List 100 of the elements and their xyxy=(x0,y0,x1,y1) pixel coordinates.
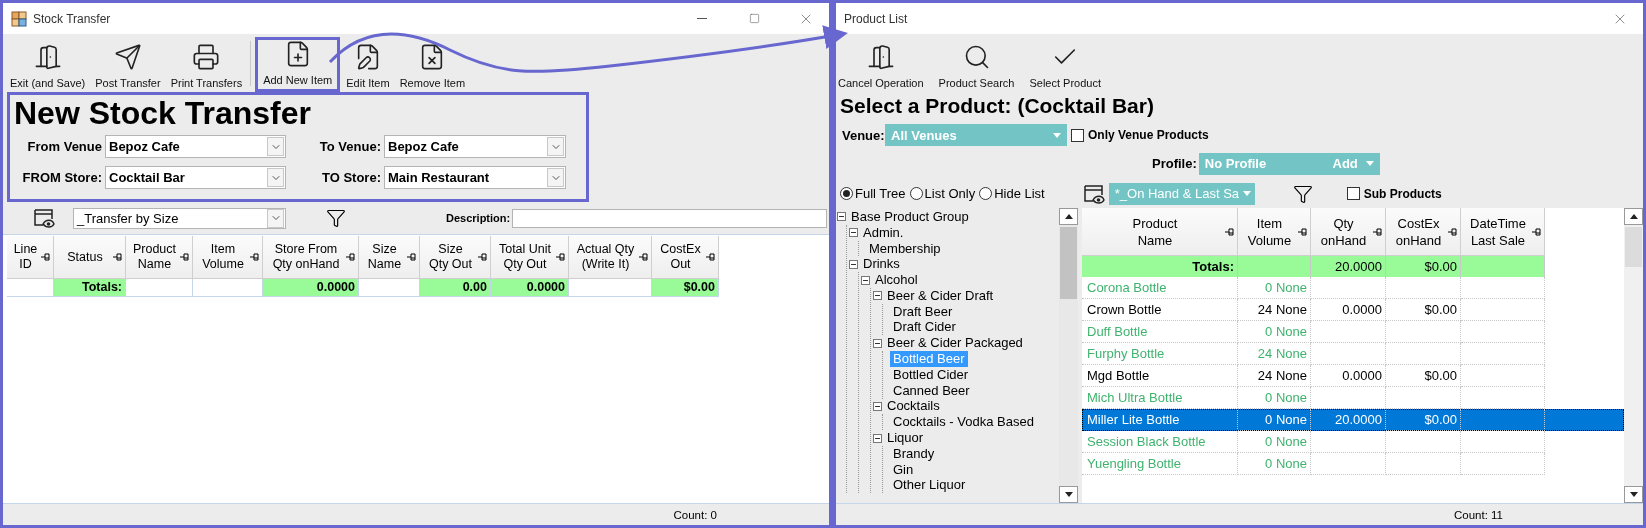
toolbar-button[interactable]: Select Product xyxy=(1029,37,1108,92)
column-header[interactable]: Size Name xyxy=(359,236,420,279)
column-header[interactable]: Product Name xyxy=(126,236,193,279)
pin-icon[interactable] xyxy=(1298,227,1307,236)
tree-item[interactable]: Membership xyxy=(866,240,944,257)
column-header[interactable]: DateTime Last Sale xyxy=(1461,208,1545,256)
checkbox[interactable]: Sub Products xyxy=(1346,186,1442,201)
tree-item[interactable]: Beer & Cider Draft xyxy=(884,287,997,304)
form-heading: New Stock Transfer xyxy=(14,96,312,130)
scroll-down-icon[interactable] xyxy=(1629,492,1638,497)
scrollbar[interactable] xyxy=(1059,208,1078,503)
tree-item[interactable]: Base Product Group xyxy=(848,208,972,225)
pin-icon[interactable] xyxy=(1373,227,1382,236)
pin-icon[interactable] xyxy=(41,253,50,261)
pin-icon[interactable] xyxy=(250,253,259,261)
toolbar-button[interactable]: Edit Item xyxy=(341,37,395,92)
column-header[interactable]: Actual Qty (Write It) xyxy=(569,236,652,279)
scroll-thumb[interactable] xyxy=(1060,227,1077,299)
tree-item[interactable]: Drinks xyxy=(860,256,903,273)
toolbar-button[interactable]: Add New Item xyxy=(258,40,338,89)
column-header[interactable]: CostEx onHand xyxy=(1386,208,1461,256)
pin-icon[interactable] xyxy=(407,253,416,261)
dropdown-value: *_On Hand & Last Sa xyxy=(1114,186,1240,201)
tree-item[interactable]: Brandy xyxy=(890,445,938,462)
radio-option[interactable]: List Only xyxy=(909,186,976,201)
scroll-up-icon[interactable] xyxy=(1064,214,1073,219)
tree-item[interactable]: Alcohol xyxy=(872,272,921,289)
window-title: Product List xyxy=(844,11,908,26)
tree-item[interactable]: Draft Cider xyxy=(890,319,959,336)
column-header[interactable]: Item Volume xyxy=(193,236,263,279)
column-header[interactable]: Line ID xyxy=(7,236,54,279)
column-label: Qty onHand xyxy=(1320,214,1367,249)
pin-icon[interactable] xyxy=(346,253,355,261)
tree-item[interactable]: Admin. xyxy=(860,224,907,241)
pin-icon[interactable] xyxy=(1448,227,1457,236)
dropdown[interactable]: Bepoz Cafe xyxy=(105,135,286,158)
pin-icon[interactable] xyxy=(180,253,189,261)
column-header[interactable]: Item Volume xyxy=(1238,208,1311,256)
radio-option[interactable]: Full Tree xyxy=(840,186,906,201)
tree-item[interactable]: Beer & Cider Packaged xyxy=(884,335,1026,352)
expand-toggle[interactable] xyxy=(849,228,858,238)
toolbar-button[interactable]: Post Transfer xyxy=(90,37,166,92)
dropdown[interactable]: Main Restaurant xyxy=(384,166,566,189)
toolbar-button[interactable]: Print Transfers xyxy=(165,37,248,92)
dropdown[interactable]: Cocktail Bar xyxy=(105,166,286,189)
column-label: Item Volume xyxy=(1247,214,1292,249)
toolbar-button[interactable]: Exit (and Save) xyxy=(5,37,91,92)
pin-icon[interactable] xyxy=(556,253,565,261)
column-label: Line ID xyxy=(13,242,38,272)
window-title: Stock Transfer xyxy=(33,11,111,26)
tree-item[interactable]: Bottled Cider xyxy=(890,366,972,383)
filter-icon[interactable] xyxy=(1292,183,1313,204)
scroll-thumb[interactable] xyxy=(1625,227,1642,267)
column-header[interactable]: Store From Qty onHand xyxy=(263,236,359,279)
description-field[interactable] xyxy=(512,208,827,228)
table-row[interactable]: Miller Lite Bottle 0 None 20.0000 $0.00 xyxy=(1082,409,1624,431)
pin-icon[interactable] xyxy=(706,253,715,261)
toolbar-button[interactable]: Product Search xyxy=(938,37,1022,92)
expand-toggle[interactable] xyxy=(861,275,870,285)
expand-toggle[interactable] xyxy=(873,433,882,443)
scroll-up-icon[interactable] xyxy=(1629,214,1638,219)
column-header[interactable]: Qty onHand xyxy=(1311,208,1386,256)
column-header[interactable]: Product Name xyxy=(1082,208,1238,256)
scroll-down-icon[interactable] xyxy=(1064,492,1073,497)
tree-item[interactable]: Gin xyxy=(890,461,917,478)
field-label: Description: xyxy=(446,212,511,224)
window-eye-icon[interactable] xyxy=(33,207,55,229)
table-cell: Totals: xyxy=(1082,256,1238,277)
window-eye-icon[interactable] xyxy=(1082,182,1105,205)
tree-item[interactable]: Cocktails - Vodka Based xyxy=(890,414,1037,431)
dropdown[interactable]: _Transfer by Size xyxy=(73,207,286,229)
tree-item[interactable]: Draft Beer xyxy=(890,303,956,320)
toolbar-button[interactable]: Cancel Operation xyxy=(838,37,931,92)
pin-icon[interactable] xyxy=(478,253,487,261)
column-header[interactable]: CostEx Out xyxy=(652,236,719,279)
expand-toggle[interactable] xyxy=(873,338,882,348)
tree-item[interactable]: Other Liquor xyxy=(890,477,969,494)
column-header[interactable]: Total Unit Qty Out xyxy=(491,236,569,279)
expand-toggle[interactable] xyxy=(873,401,882,411)
filter-icon[interactable] xyxy=(326,208,346,228)
tree-item[interactable]: Canned Beer xyxy=(890,382,973,399)
tree-item[interactable]: Liquor xyxy=(884,430,927,447)
pin-icon[interactable] xyxy=(1532,227,1541,236)
dropdown-value: No Profile xyxy=(1204,156,1268,171)
scrollbar[interactable] xyxy=(1624,208,1643,503)
column-header[interactable]: Status xyxy=(54,236,126,279)
expand-toggle[interactable] xyxy=(849,259,858,269)
toolbar-button[interactable]: Remove Item xyxy=(394,37,471,92)
tree-item[interactable]: Cocktails xyxy=(884,398,943,415)
pin-icon[interactable] xyxy=(639,253,648,261)
send-icon xyxy=(113,43,142,71)
checkbox[interactable]: Only Venue Products xyxy=(1071,128,1209,142)
column-header[interactable]: Size Qty Out xyxy=(420,236,491,279)
expand-toggle[interactable] xyxy=(873,291,882,301)
pin-icon[interactable] xyxy=(113,253,122,261)
radio-option[interactable]: Hide List xyxy=(979,186,1045,201)
pin-icon[interactable] xyxy=(1225,227,1234,236)
field-label: TO Store: xyxy=(321,170,381,185)
dropdown[interactable]: Bepoz Cafe xyxy=(384,135,566,158)
expand-toggle[interactable] xyxy=(837,212,846,222)
